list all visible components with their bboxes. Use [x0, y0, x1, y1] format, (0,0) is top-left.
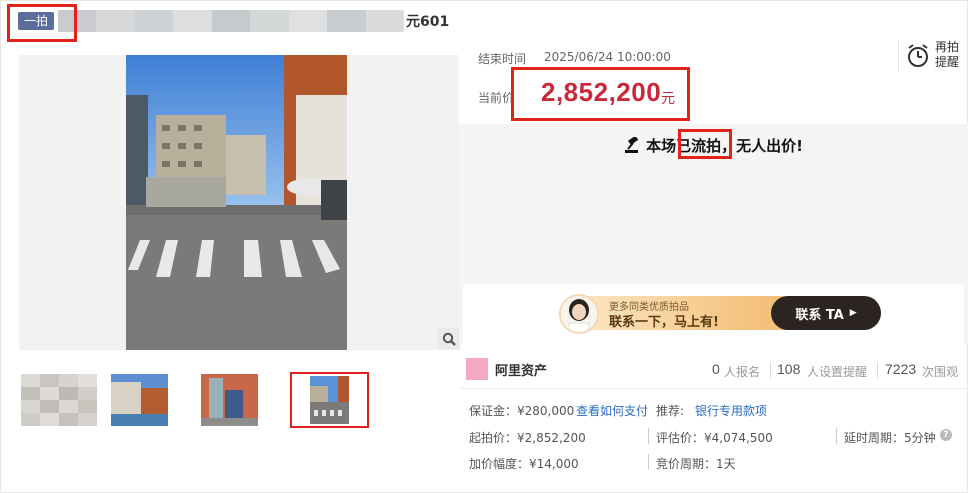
thumbnail-1[interactable] [21, 374, 97, 426]
view-count: 7223 [885, 361, 917, 377]
seller-logo[interactable] [466, 358, 488, 380]
thumbnail-3[interactable] [201, 374, 258, 426]
recommend-label: 推荐: [656, 404, 685, 418]
contact-banner[interactable]: 更多同类优质拍品 联系一下，马上有! 联系 TA ▶ [463, 284, 964, 344]
detail-separator [648, 454, 649, 470]
help-icon[interactable]: ? [940, 429, 952, 441]
remind-label-1: 再拍 [935, 40, 960, 54]
end-time-value: 2025/06/24 10:00:00 [544, 50, 671, 64]
price-increment: 加价幅度：¥14,000 [469, 457, 579, 471]
delay-period: 延时周期：5分钟 [844, 431, 936, 445]
price-label: 当前价 [478, 91, 515, 105]
thumbnail-4[interactable] [290, 372, 369, 428]
blurred-title [58, 10, 404, 32]
remind-label-2: 提醒 [935, 55, 960, 69]
contact-ta-button[interactable]: 联系 TA ▶ [771, 296, 881, 330]
highlight-price [511, 67, 690, 121]
thumbnail-2[interactable] [111, 374, 168, 426]
highlight-status [678, 129, 732, 159]
contact-ta-label: 联系 TA [795, 307, 844, 323]
detail-separator [648, 428, 649, 444]
reminder-count: 108 [777, 361, 801, 377]
detail-separator [836, 428, 837, 444]
deposit: 保证金：¥280,000 [469, 404, 575, 418]
assess-price: 评估价：¥4,074,500 [656, 431, 773, 445]
pay-how-link[interactable]: 查看如何支付 [576, 402, 648, 419]
recommend-link[interactable]: 银行专用款项 [695, 402, 767, 419]
start-price: 起拍价：¥2,852,200 [469, 431, 586, 445]
title-row: 一拍 元601 [18, 10, 449, 32]
bid-period: 竞价周期：1天 [656, 457, 736, 471]
signup-label: 人报名 [724, 365, 761, 379]
gavel-icon [624, 135, 642, 157]
view-label: 次围观 [922, 365, 959, 379]
banner-main-text: 联系一下，马上有! [609, 315, 719, 330]
signup-count: 0 [712, 361, 720, 377]
alarm-clock-icon[interactable] [906, 43, 930, 69]
end-time-label: 结束时间 [478, 52, 527, 66]
reminder-label: 人设置提醒 [807, 365, 868, 379]
agent-avatar [559, 294, 599, 334]
divider-line [459, 388, 968, 389]
stat-separator [877, 362, 878, 378]
item-title: 元601 [406, 14, 450, 30]
property-photo [126, 55, 347, 350]
seller-row: 阿里资产 0 人报名 108 人设置提醒 7223 次围观 [459, 350, 968, 388]
remind-button[interactable]: 再拍 提醒 [935, 40, 965, 70]
main-image-viewer[interactable] [19, 55, 459, 350]
zoom-icon[interactable] [438, 328, 460, 350]
highlight-tag [7, 4, 77, 42]
seller-name[interactable]: 阿里资产 [495, 360, 547, 379]
play-arrow-icon: ▶ [849, 308, 857, 318]
stat-separator [770, 362, 771, 378]
remind-divider [898, 40, 899, 72]
